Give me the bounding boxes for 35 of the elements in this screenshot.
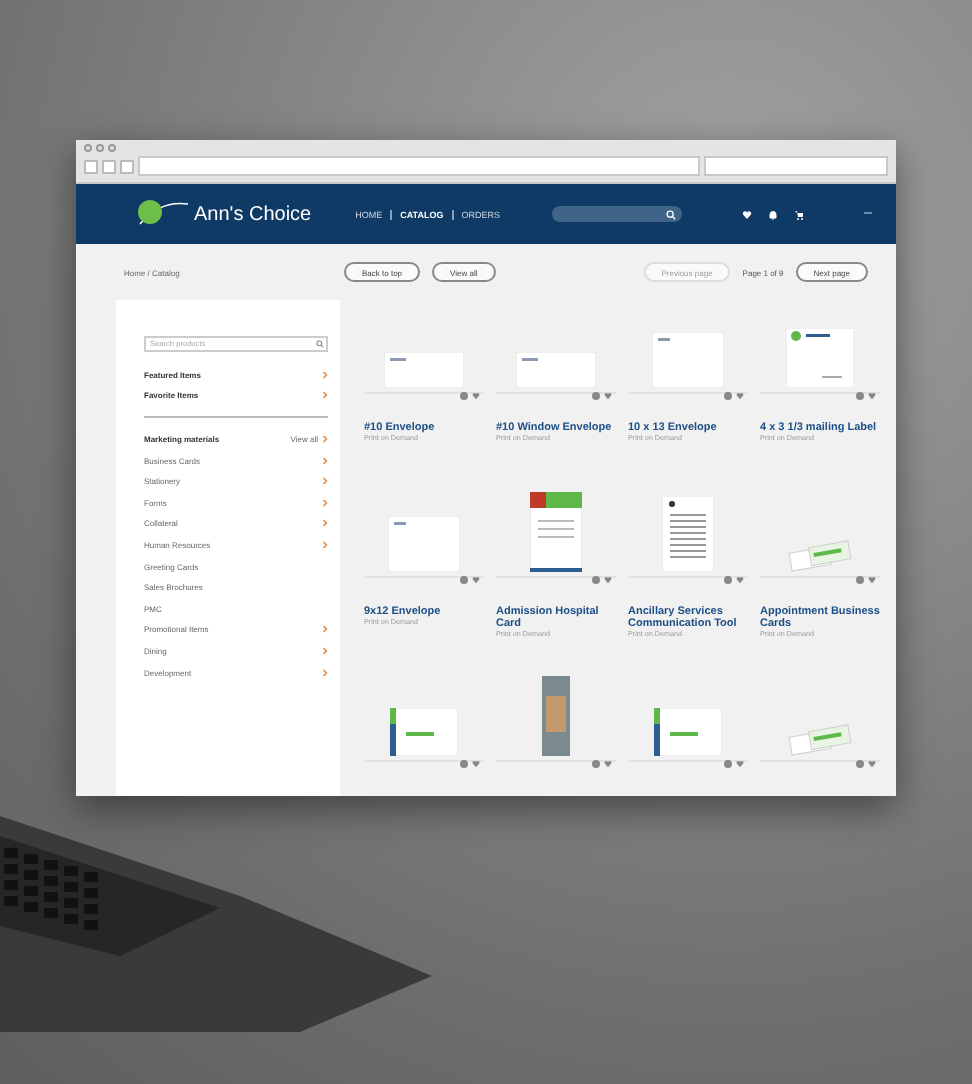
banner-thumbnail: [542, 676, 570, 756]
info-icon[interactable]: [460, 576, 468, 584]
info-icon[interactable]: [724, 576, 732, 584]
letter-thumbnail: [662, 496, 714, 572]
label-thumbnail: [786, 328, 854, 388]
flyer-thumbnail: [530, 492, 582, 572]
browser-search-field[interactable]: [704, 156, 888, 176]
back-button[interactable]: [84, 159, 98, 173]
info-icon[interactable]: [856, 392, 864, 400]
bell-icon[interactable]: [767, 209, 778, 219]
info-icon[interactable]: [460, 392, 468, 400]
info-icon[interactable]: [856, 576, 864, 584]
envelope-thumbnail: [388, 516, 460, 572]
business-cards-thumbnail: [786, 724, 854, 756]
info-icon[interactable]: [724, 760, 732, 768]
tab-button[interactable]: [120, 159, 134, 173]
envelope-thumbnail: [384, 352, 464, 388]
info-icon[interactable]: [856, 760, 864, 768]
search-icon[interactable]: [316, 340, 324, 348]
envelope-thumbnail: [516, 352, 596, 388]
brochure-thumbnail: [654, 708, 722, 756]
address-bar[interactable]: [138, 156, 700, 176]
forward-button[interactable]: [102, 159, 116, 173]
info-icon[interactable]: [592, 392, 600, 400]
info-icon[interactable]: [724, 392, 732, 400]
business-cards-thumbnail: [786, 540, 854, 572]
heart-icon[interactable]: [741, 209, 752, 219]
search-field[interactable]: [551, 206, 682, 222]
envelope-thumbnail: [652, 332, 724, 388]
info-icon[interactable]: [592, 760, 600, 768]
info-icon[interactable]: [592, 576, 600, 584]
brochure-thumbnail: [390, 708, 458, 756]
info-icon[interactable]: [460, 760, 468, 768]
cart-icon[interactable]: [793, 209, 804, 219]
logo-text[interactable]: Ann's Choice: [194, 203, 312, 225]
